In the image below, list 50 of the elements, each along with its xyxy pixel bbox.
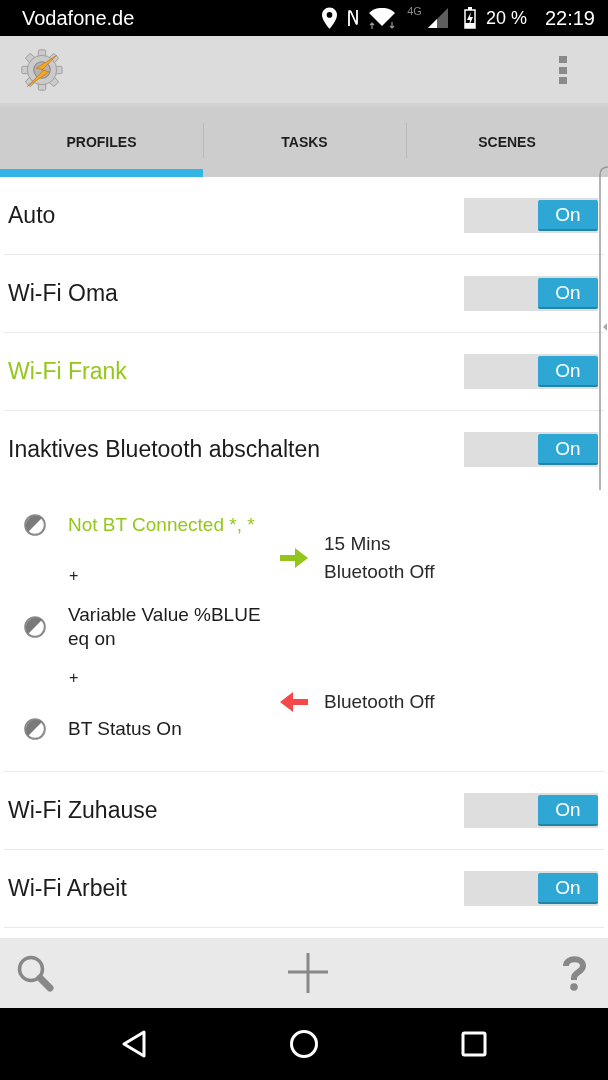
gear-lightning-icon	[20, 47, 64, 92]
profile-name[interactable]: Wi-Fi Oma	[8, 280, 464, 307]
switch-knob[interactable]: On	[538, 873, 598, 904]
switch-knob[interactable]: On	[538, 278, 598, 309]
toggle-switch[interactable]: On	[464, 871, 598, 906]
right-arrow-icon	[280, 547, 308, 569]
task-label[interactable]: Bluetooth Off	[324, 688, 435, 716]
overflow-menu-icon[interactable]	[559, 55, 567, 84]
signal-icon	[427, 8, 448, 28]
help-icon[interactable]	[562, 955, 586, 991]
profile-name[interactable]: Wi-Fi Frank	[8, 358, 464, 385]
profile-name[interactable]: Inaktives Bluetooth abschalten	[8, 436, 464, 463]
tab[interactable]: TASKS	[203, 107, 406, 177]
half-filled-circle-icon	[24, 616, 46, 638]
plus-joiner: +	[69, 567, 79, 585]
half-filled-circle-icon	[24, 514, 46, 536]
half-filled-circle-icon	[24, 718, 46, 740]
toggle-switch[interactable]: On	[464, 793, 598, 828]
context-label[interactable]: BT Status On	[68, 717, 182, 741]
context-label[interactable]: Variable Value %BLUE eq on	[68, 603, 280, 651]
plus-joiner: +	[69, 669, 79, 687]
context-label[interactable]: Not BT Connected *, *	[68, 513, 255, 537]
switch-knob[interactable]: On	[538, 795, 598, 826]
location-pin-icon	[322, 7, 338, 29]
switch-knob[interactable]: On	[538, 434, 598, 465]
task-label[interactable]: 15 Mins Bluetooth Off	[324, 530, 456, 586]
wifi-icon	[369, 7, 396, 29]
battery-icon	[463, 7, 476, 29]
toggle-switch[interactable]: On	[464, 276, 598, 311]
tab[interactable]: SCENES	[406, 107, 608, 177]
toggle-switch[interactable]: On	[464, 198, 598, 233]
toggle-switch[interactable]: On	[464, 354, 598, 389]
home-icon[interactable]	[290, 1030, 318, 1058]
battery-percentage: 20 %	[485, 7, 527, 29]
carrier-name: Vodafone.de	[22, 6, 136, 30]
clock-time: 22:19	[544, 6, 595, 30]
nfc-icon	[347, 8, 360, 28]
back-icon[interactable]	[121, 1030, 147, 1058]
recent-apps-icon[interactable]	[461, 1031, 487, 1057]
search-icon[interactable]	[16, 954, 54, 992]
switch-knob[interactable]: On	[538, 356, 598, 387]
left-arrow-icon	[280, 691, 308, 713]
plus-icon[interactable]	[288, 953, 328, 993]
profile-name[interactable]: Wi-Fi Zuhause	[8, 797, 464, 824]
switch-knob[interactable]: On	[538, 200, 598, 231]
scroll-handle[interactable]	[598, 166, 608, 490]
profile-name[interactable]: Auto	[8, 202, 464, 229]
toggle-switch[interactable]: On	[464, 432, 598, 467]
profile-name[interactable]: Wi-Fi Arbeit	[8, 875, 464, 902]
network-type: 4G	[407, 5, 422, 17]
